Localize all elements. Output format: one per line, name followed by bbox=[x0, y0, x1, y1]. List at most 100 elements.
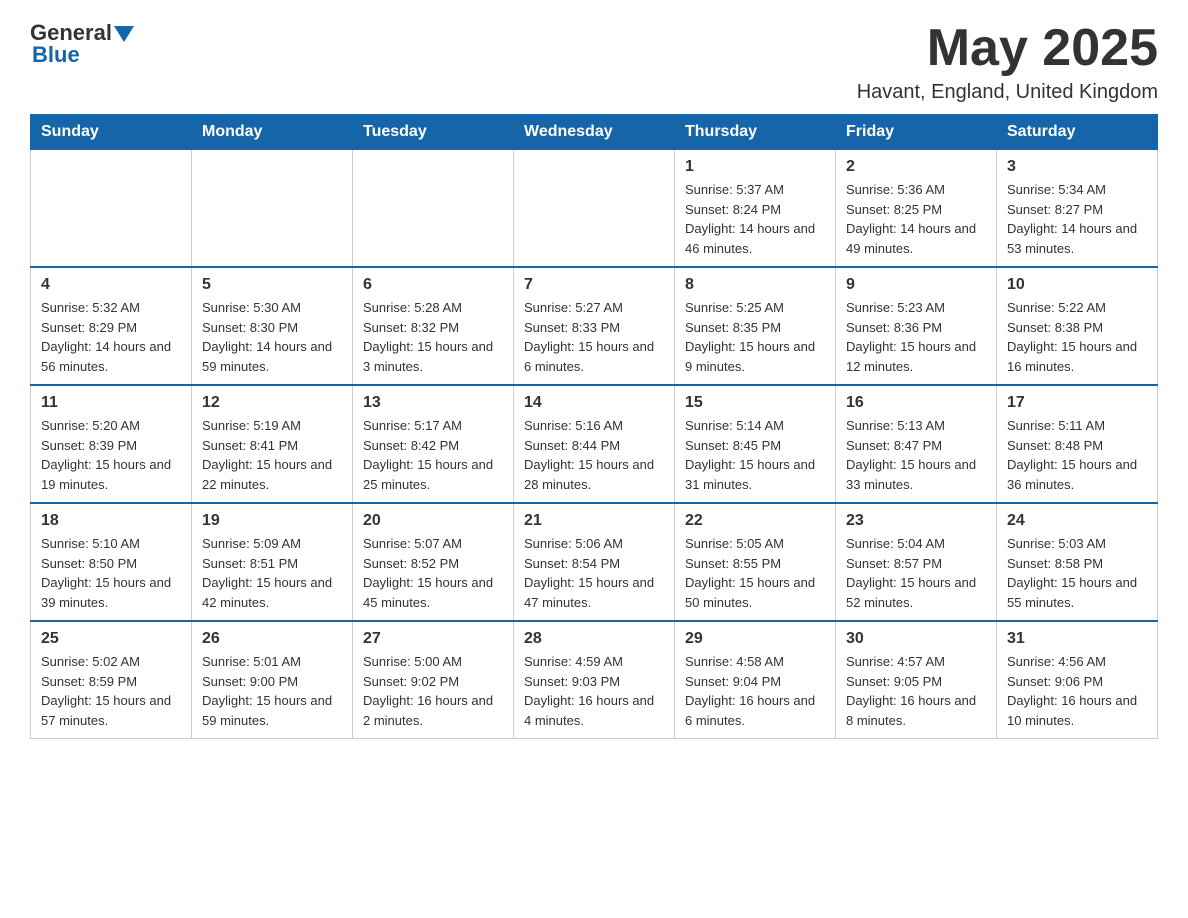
day-info: Sunrise: 4:58 AMSunset: 9:04 PMDaylight:… bbox=[685, 652, 825, 730]
day-info: Sunrise: 4:59 AMSunset: 9:03 PMDaylight:… bbox=[524, 652, 664, 730]
day-number: 17 bbox=[1007, 394, 1147, 412]
day-info: Sunrise: 5:27 AMSunset: 8:33 PMDaylight:… bbox=[524, 298, 664, 376]
day-number: 3 bbox=[1007, 158, 1147, 176]
day-number: 16 bbox=[846, 394, 986, 412]
calendar-day-cell bbox=[192, 150, 353, 268]
calendar-day-cell: 25 Sunrise: 5:02 AMSunset: 8:59 PMDayligh… bbox=[31, 621, 192, 739]
calendar-day-cell: 14 Sunrise: 5:16 AMSunset: 8:44 PMDayligh… bbox=[514, 385, 675, 503]
calendar-week-row: 4 Sunrise: 5:32 AMSunset: 8:29 PMDaylight… bbox=[31, 267, 1158, 385]
day-number: 26 bbox=[202, 630, 342, 648]
day-number: 24 bbox=[1007, 512, 1147, 530]
weekday-header-tuesday: Tuesday bbox=[353, 115, 514, 150]
day-number: 14 bbox=[524, 394, 664, 412]
calendar-day-cell: 27 Sunrise: 5:00 AMSunset: 9:02 PMDayligh… bbox=[353, 621, 514, 739]
day-info: Sunrise: 5:20 AMSunset: 8:39 PMDaylight:… bbox=[41, 416, 181, 494]
day-number: 22 bbox=[685, 512, 825, 530]
day-info: Sunrise: 4:56 AMSunset: 9:06 PMDaylight:… bbox=[1007, 652, 1147, 730]
calendar-day-cell: 15 Sunrise: 5:14 AMSunset: 8:45 PMDayligh… bbox=[675, 385, 836, 503]
day-info: Sunrise: 5:06 AMSunset: 8:54 PMDaylight:… bbox=[524, 534, 664, 612]
day-info: Sunrise: 5:14 AMSunset: 8:45 PMDaylight:… bbox=[685, 416, 825, 494]
calendar-day-cell: 29Sunrise: 4:58 AMSunset: 9:04 PMDayligh… bbox=[675, 621, 836, 739]
weekday-header-saturday: Saturday bbox=[997, 115, 1158, 150]
location-text: Havant, England, United Kingdom bbox=[857, 81, 1158, 104]
day-number: 2 bbox=[846, 158, 986, 176]
calendar-day-cell: 1 Sunrise: 5:37 AMSunset: 8:24 PMDaylight… bbox=[675, 150, 836, 268]
day-info: Sunrise: 5:32 AMSunset: 8:29 PMDaylight:… bbox=[41, 298, 181, 376]
calendar-week-row: 1 Sunrise: 5:37 AMSunset: 8:24 PMDaylight… bbox=[31, 150, 1158, 268]
calendar-day-cell: 12Sunrise: 5:19 AMSunset: 8:41 PMDayligh… bbox=[192, 385, 353, 503]
day-number: 20 bbox=[363, 512, 503, 530]
calendar-day-cell: 7 Sunrise: 5:27 AMSunset: 8:33 PMDaylight… bbox=[514, 267, 675, 385]
calendar-day-cell: 18 Sunrise: 5:10 AMSunset: 8:50 PMDayligh… bbox=[31, 503, 192, 621]
day-info: Sunrise: 5:02 AMSunset: 8:59 PMDaylight:… bbox=[41, 652, 181, 730]
weekday-header-wednesday: Wednesday bbox=[514, 115, 675, 150]
day-number: 30 bbox=[846, 630, 986, 648]
weekday-header-sunday: Sunday bbox=[31, 115, 192, 150]
calendar-day-cell: 8Sunrise: 5:25 AMSunset: 8:35 PMDaylight… bbox=[675, 267, 836, 385]
day-info: Sunrise: 5:05 AMSunset: 8:55 PMDaylight:… bbox=[685, 534, 825, 612]
calendar-day-cell: 28 Sunrise: 4:59 AMSunset: 9:03 PMDayligh… bbox=[514, 621, 675, 739]
calendar-day-cell bbox=[514, 150, 675, 268]
day-info: Sunrise: 5:04 AMSunset: 8:57 PMDaylight:… bbox=[846, 534, 986, 612]
calendar-day-cell: 20 Sunrise: 5:07 AMSunset: 8:52 PMDayligh… bbox=[353, 503, 514, 621]
calendar-day-cell: 11 Sunrise: 5:20 AMSunset: 8:39 PMDayligh… bbox=[31, 385, 192, 503]
day-number: 13 bbox=[363, 394, 503, 412]
calendar-day-cell bbox=[31, 150, 192, 268]
day-info: Sunrise: 5:16 AMSunset: 8:44 PMDaylight:… bbox=[524, 416, 664, 494]
calendar-day-cell: 3 Sunrise: 5:34 AMSunset: 8:27 PMDaylight… bbox=[997, 150, 1158, 268]
calendar-week-row: 11 Sunrise: 5:20 AMSunset: 8:39 PMDayligh… bbox=[31, 385, 1158, 503]
calendar-day-cell: 22 Sunrise: 5:05 AMSunset: 8:55 PMDayligh… bbox=[675, 503, 836, 621]
calendar-day-cell: 16 Sunrise: 5:13 AMSunset: 8:47 PMDayligh… bbox=[836, 385, 997, 503]
day-info: Sunrise: 5:00 AMSunset: 9:02 PMDaylight:… bbox=[363, 652, 503, 730]
calendar-day-cell: 31 Sunrise: 4:56 AMSunset: 9:06 PMDayligh… bbox=[997, 621, 1158, 739]
day-number: 31 bbox=[1007, 630, 1147, 648]
month-title: May 2025 bbox=[857, 20, 1158, 77]
calendar-week-row: 18 Sunrise: 5:10 AMSunset: 8:50 PMDayligh… bbox=[31, 503, 1158, 621]
day-info: Sunrise: 5:30 AMSunset: 8:30 PMDaylight:… bbox=[202, 298, 342, 376]
day-info: Sunrise: 5:11 AMSunset: 8:48 PMDaylight:… bbox=[1007, 416, 1147, 494]
day-info: Sunrise: 5:23 AMSunset: 8:36 PMDaylight:… bbox=[846, 298, 986, 376]
day-info: Sunrise: 5:34 AMSunset: 8:27 PMDaylight:… bbox=[1007, 180, 1147, 258]
day-info: Sunrise: 5:37 AMSunset: 8:24 PMDaylight:… bbox=[685, 180, 825, 258]
calendar-day-cell: 19 Sunrise: 5:09 AMSunset: 8:51 PMDayligh… bbox=[192, 503, 353, 621]
calendar-day-cell: 26Sunrise: 5:01 AMSunset: 9:00 PMDayligh… bbox=[192, 621, 353, 739]
day-info: Sunrise: 5:09 AMSunset: 8:51 PMDaylight:… bbox=[202, 534, 342, 612]
day-number: 1 bbox=[685, 158, 825, 176]
calendar-day-cell: 21 Sunrise: 5:06 AMSunset: 8:54 PMDayligh… bbox=[514, 503, 675, 621]
calendar-table: SundayMondayTuesdayWednesdayThursdayFrid… bbox=[30, 114, 1158, 739]
day-number: 4 bbox=[41, 276, 181, 294]
day-number: 27 bbox=[363, 630, 503, 648]
weekday-header-thursday: Thursday bbox=[675, 115, 836, 150]
day-number: 8 bbox=[685, 276, 825, 294]
day-info: Sunrise: 5:17 AMSunset: 8:42 PMDaylight:… bbox=[363, 416, 503, 494]
day-info: Sunrise: 5:07 AMSunset: 8:52 PMDaylight:… bbox=[363, 534, 503, 612]
weekday-header-friday: Friday bbox=[836, 115, 997, 150]
calendar-week-row: 25 Sunrise: 5:02 AMSunset: 8:59 PMDayligh… bbox=[31, 621, 1158, 739]
day-info: Sunrise: 5:13 AMSunset: 8:47 PMDaylight:… bbox=[846, 416, 986, 494]
day-number: 19 bbox=[202, 512, 342, 530]
calendar-day-cell: 9Sunrise: 5:23 AMSunset: 8:36 PMDaylight… bbox=[836, 267, 997, 385]
day-number: 11 bbox=[41, 394, 181, 412]
calendar-day-cell: 5Sunrise: 5:30 AMSunset: 8:30 PMDaylight… bbox=[192, 267, 353, 385]
calendar-day-cell: 23 Sunrise: 5:04 AMSunset: 8:57 PMDayligh… bbox=[836, 503, 997, 621]
calendar-day-cell: 2 Sunrise: 5:36 AMSunset: 8:25 PMDaylight… bbox=[836, 150, 997, 268]
calendar-day-cell: 17 Sunrise: 5:11 AMSunset: 8:48 PMDayligh… bbox=[997, 385, 1158, 503]
weekday-header-monday: Monday bbox=[192, 115, 353, 150]
logo-blue-text: Blue bbox=[32, 42, 80, 68]
day-number: 21 bbox=[524, 512, 664, 530]
day-number: 28 bbox=[524, 630, 664, 648]
day-info: Sunrise: 5:36 AMSunset: 8:25 PMDaylight:… bbox=[846, 180, 986, 258]
title-block: May 2025 Havant, England, United Kingdom bbox=[857, 20, 1158, 104]
calendar-day-cell: 24Sunrise: 5:03 AMSunset: 8:58 PMDayligh… bbox=[997, 503, 1158, 621]
day-number: 15 bbox=[685, 394, 825, 412]
day-number: 7 bbox=[524, 276, 664, 294]
day-number: 18 bbox=[41, 512, 181, 530]
calendar-day-cell: 30Sunrise: 4:57 AMSunset: 9:05 PMDayligh… bbox=[836, 621, 997, 739]
calendar-day-cell bbox=[353, 150, 514, 268]
day-info: Sunrise: 5:28 AMSunset: 8:32 PMDaylight:… bbox=[363, 298, 503, 376]
calendar-day-cell: 4 Sunrise: 5:32 AMSunset: 8:29 PMDaylight… bbox=[31, 267, 192, 385]
day-number: 25 bbox=[41, 630, 181, 648]
day-number: 23 bbox=[846, 512, 986, 530]
day-info: Sunrise: 5:10 AMSunset: 8:50 PMDaylight:… bbox=[41, 534, 181, 612]
page-header: General Blue May 2025 Havant, England, U… bbox=[30, 20, 1158, 104]
